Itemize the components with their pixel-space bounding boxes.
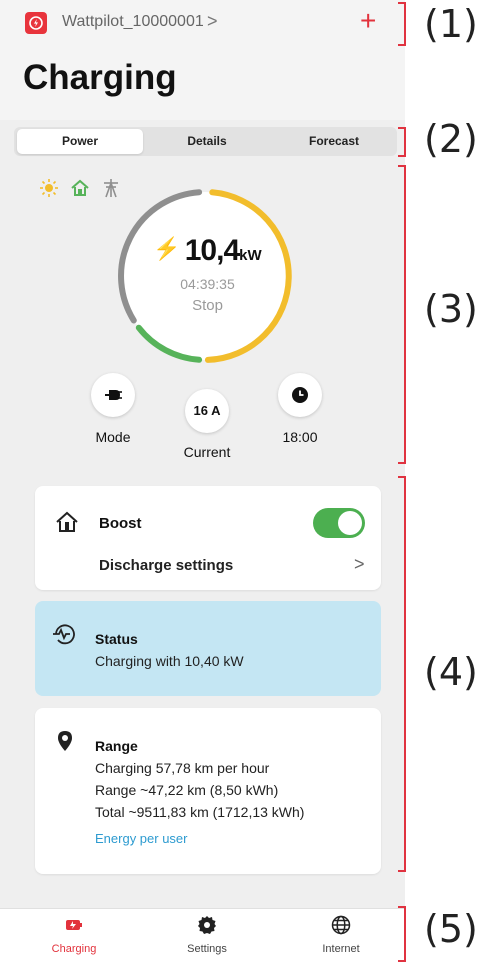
status-card: Status Charging with 10,40 kW <box>35 601 381 696</box>
annotation-bracket-2 <box>398 127 406 157</box>
gear-icon <box>198 916 216 934</box>
annotation-label-5: (5) <box>424 907 478 951</box>
tab-forecast[interactable]: Forecast <box>271 129 397 154</box>
bolt-icon: ⚡ <box>153 236 181 261</box>
power-value: 10,4 <box>184 234 240 267</box>
location-pin-icon <box>57 730 73 757</box>
annotation-bracket-1 <box>398 2 406 46</box>
range-card: Range Charging 57,78 km per hour Range ~… <box>35 708 381 874</box>
tab-power[interactable]: Power <box>17 129 143 154</box>
schedule-time: 18:00 <box>282 429 318 445</box>
wattpilot-device-icon[interactable] <box>25 12 47 34</box>
annotation-label-2: (2) <box>424 117 478 161</box>
sun-icon <box>39 178 59 203</box>
current-label: Current <box>183 444 231 460</box>
header: Wattpilot_10000001 > + Charging <box>0 0 405 120</box>
nav-charging[interactable]: Charging <box>24 909 124 964</box>
tab-bar: Power Details Forecast <box>14 127 397 156</box>
schedule-button[interactable] <box>278 373 322 417</box>
boost-card: Boost Discharge settings > <box>35 486 381 590</box>
status-title: Status <box>95 631 138 647</box>
nav-internet[interactable]: Internet <box>291 909 391 964</box>
stop-button[interactable]: Stop <box>130 297 285 314</box>
annotation-label-4: (4) <box>424 650 478 694</box>
add-device-button[interactable]: + <box>360 4 376 38</box>
range-total: Total ~9511,83 km (1712,13 kWh) <box>95 804 305 820</box>
mode-label: Mode <box>95 429 131 445</box>
chevron-right-icon[interactable]: > <box>207 11 218 32</box>
activity-icon <box>52 623 78 650</box>
boost-toggle[interactable] <box>313 508 365 538</box>
nav-settings-label: Settings <box>187 943 227 955</box>
clock-icon <box>292 387 308 403</box>
bottom-nav: Charging Settings Internet <box>0 908 405 964</box>
power-readout: ⚡ 10,4kW <box>130 234 285 268</box>
range-charging-rate: Charging 57,78 km per hour <box>95 760 270 776</box>
toggle-knob <box>338 511 362 535</box>
range-title: Range <box>95 738 138 754</box>
range-current: Range ~47,22 km (8,50 kWh) <box>95 782 279 798</box>
charge-timer: 04:39:35 <box>180 276 235 292</box>
tab-details[interactable]: Details <box>144 129 270 154</box>
boost-title: Boost <box>99 515 142 532</box>
annotation-bracket-5 <box>398 906 406 962</box>
annotation-label-3: (3) <box>424 287 478 331</box>
energy-per-user-link[interactable]: Energy per user <box>95 831 188 846</box>
annotation-bracket-3 <box>398 165 406 464</box>
nav-settings[interactable]: Settings <box>157 909 257 964</box>
nav-internet-label: Internet <box>322 943 360 955</box>
discharge-settings-link[interactable]: Discharge settings <box>99 557 233 574</box>
status-text: Charging with 10,40 kW <box>95 653 244 669</box>
home-battery-icon <box>55 510 79 539</box>
globe-icon <box>331 915 351 935</box>
car-battery-icon <box>66 920 82 930</box>
app-screen: Wattpilot_10000001 > + Charging Power De… <box>0 0 405 964</box>
power-panel: ⚡ 10,4kW 04:39:35 Stop Mode 16 A Current … <box>0 164 405 464</box>
chevron-right-icon[interactable]: > <box>354 554 365 575</box>
home-icon <box>70 178 90 203</box>
annotation-bracket-4 <box>398 476 406 872</box>
power-unit: kW <box>239 247 262 264</box>
annotation-label-1: (1) <box>424 2 478 46</box>
plug-icon <box>105 390 122 400</box>
mode-button[interactable] <box>91 373 135 417</box>
device-selector[interactable]: Wattpilot_10000001 <box>62 13 204 31</box>
current-button[interactable]: 16 A <box>185 389 229 433</box>
nav-charging-label: Charging <box>51 943 97 955</box>
page-title: Charging <box>23 58 177 97</box>
